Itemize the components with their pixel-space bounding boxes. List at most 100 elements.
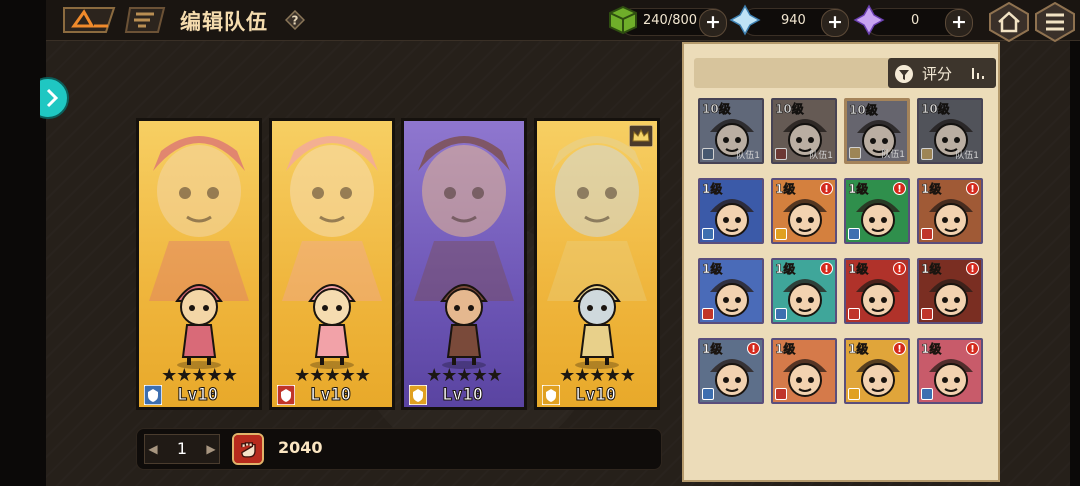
energy-cube-icon [609, 5, 637, 35]
gems-counter: 940 + [729, 4, 849, 37]
hero-roster-class-icon [849, 147, 861, 159]
hero-roster-item[interactable]: 1级 [698, 178, 764, 244]
hero-roster-item[interactable]: 1级 ! [917, 258, 983, 324]
hero-roster-item[interactable]: 1级 ! [844, 258, 910, 324]
prev-team-button[interactable]: ◀ [145, 435, 161, 463]
hero-chibi [308, 284, 356, 369]
team-slot-card[interactable]: ★★★★★ Lv10 [401, 118, 527, 410]
filter-icon[interactable] [894, 64, 914, 84]
gems-add-button[interactable]: + [821, 9, 849, 37]
team-pager: ◀ 1 ▶ [144, 434, 220, 464]
sort-label: 评分 [922, 65, 953, 83]
hero-class-icon [542, 385, 560, 405]
team-power: 2040 [278, 438, 323, 457]
alert-badge-icon: ! [820, 182, 833, 195]
hero-roster-class-icon [848, 228, 860, 240]
crystal-icon [853, 4, 885, 36]
expand-arrow-icon[interactable] [40, 76, 70, 120]
hero-roster-level: 1级 [775, 262, 796, 277]
hero-roster-class-icon [848, 308, 860, 320]
hero-chibi [175, 284, 223, 369]
team-number: 1 [176, 439, 188, 458]
team-slot-card[interactable]: ★★★★★ Lv10 [136, 118, 262, 410]
sort-bars-icon [972, 68, 984, 79]
power-fist-icon [232, 433, 264, 465]
hero-roster-item[interactable]: 10级 队伍1 [844, 98, 910, 164]
hero-roster-level: 1级 [775, 182, 796, 197]
energy-add-button[interactable]: + [699, 9, 727, 37]
alert-badge-icon: ! [966, 182, 979, 195]
hero-roster-class-icon [775, 388, 787, 400]
hero-team-tag: 队伍1 [881, 150, 905, 160]
page-title: 编辑队伍 [180, 10, 268, 34]
alert-badge-icon: ! [966, 262, 979, 275]
hero-class-icon [144, 385, 162, 405]
card-footer: Lv10 [537, 383, 657, 407]
hero-roster-class-icon [921, 148, 933, 160]
hero-roster-item[interactable]: 1级 [771, 338, 837, 404]
hero-roster-level: 1级 [702, 342, 723, 357]
hero-roster-item[interactable]: 1级 ! [844, 178, 910, 244]
hero-class-icon [277, 385, 295, 405]
hero-roster-level: 10级 [775, 102, 804, 117]
hero-chibi [440, 284, 488, 369]
hero-roster-level: 1级 [848, 342, 869, 357]
alert-badge-icon: ! [893, 262, 906, 275]
hero-roster-class-icon [702, 228, 714, 240]
hero-roster-item[interactable]: 1级 ! [917, 178, 983, 244]
home-shortcut-icon[interactable] [124, 6, 166, 34]
team-slot-card[interactable]: ★★★★★ Lv10 [534, 118, 660, 410]
energy-counter: 240/800 + [609, 5, 727, 37]
hero-roster-item[interactable]: 1级 ! [698, 338, 764, 404]
hero-roster-item[interactable]: 1级 ! [844, 338, 910, 404]
help-icon[interactable]: ? [285, 10, 305, 30]
alert-badge-icon: ! [747, 342, 760, 355]
svg-text:?: ? [292, 14, 299, 28]
gems-value: 940 [781, 13, 806, 28]
hero-roster-class-icon [921, 228, 933, 240]
hero-roster-class-icon [775, 228, 787, 240]
hero-roster-class-icon [702, 308, 714, 320]
hero-roster-item[interactable]: 1级 [698, 258, 764, 324]
hero-roster-class-icon [775, 308, 787, 320]
hero-roster-item[interactable]: 10级 队伍1 [917, 98, 983, 164]
energy-value: 240/800 [643, 13, 698, 28]
next-team-button[interactable]: ▶ [203, 435, 219, 463]
card-footer: Lv10 [404, 383, 524, 407]
hero-roster-class-icon [921, 308, 933, 320]
team-slot-card[interactable]: ★★★★★ Lv10 [269, 118, 395, 410]
hero-team-tag: 队伍1 [955, 151, 979, 161]
hero-level: Lv10 [442, 385, 484, 406]
menu-icon[interactable] [1034, 2, 1076, 42]
hero-roster-class-icon [702, 388, 714, 400]
hero-roster-panel: 评分 10级 队伍1 10级 队伍1 10级 队伍1 10级 队伍1 1级 1级… [682, 42, 1000, 482]
hero-roster-class-icon [848, 388, 860, 400]
hero-roster-level: 1级 [702, 262, 723, 277]
hero-level: Lv10 [310, 385, 352, 406]
hero-roster-item[interactable]: 10级 队伍1 [771, 98, 837, 164]
back-arrow-icon[interactable] [60, 4, 120, 36]
crystals-value: 0 [911, 13, 920, 28]
hero-roster-item[interactable]: 1级 ! [771, 178, 837, 244]
card-footer: Lv10 [272, 383, 392, 407]
roster-header: 评分 [694, 58, 996, 88]
hero-roster-level: 10级 [921, 102, 950, 117]
crown-icon [629, 125, 653, 147]
alert-badge-icon: ! [966, 342, 979, 355]
home-icon[interactable] [988, 2, 1030, 42]
hero-roster-level: 1级 [775, 342, 796, 357]
hero-roster-item[interactable]: 1级 ! [771, 258, 837, 324]
hero-roster-level: 1级 [921, 262, 942, 277]
hero-roster-level: 1级 [921, 182, 942, 197]
hero-level: Lv10 [575, 385, 617, 406]
hero-roster-level: 1级 [848, 262, 869, 277]
hero-class-icon [409, 385, 427, 405]
hero-roster-item[interactable]: 1级 ! [917, 338, 983, 404]
hero-roster-level: 10级 [849, 103, 878, 118]
hero-roster-item[interactable]: 10级 队伍1 [698, 98, 764, 164]
hero-team-tag: 队伍1 [736, 151, 760, 161]
sort-button[interactable]: 评分 [888, 58, 996, 88]
hero-roster-level: 1级 [921, 342, 942, 357]
hero-roster-class-icon [702, 148, 714, 160]
crystals-add-button[interactable]: + [945, 9, 973, 37]
